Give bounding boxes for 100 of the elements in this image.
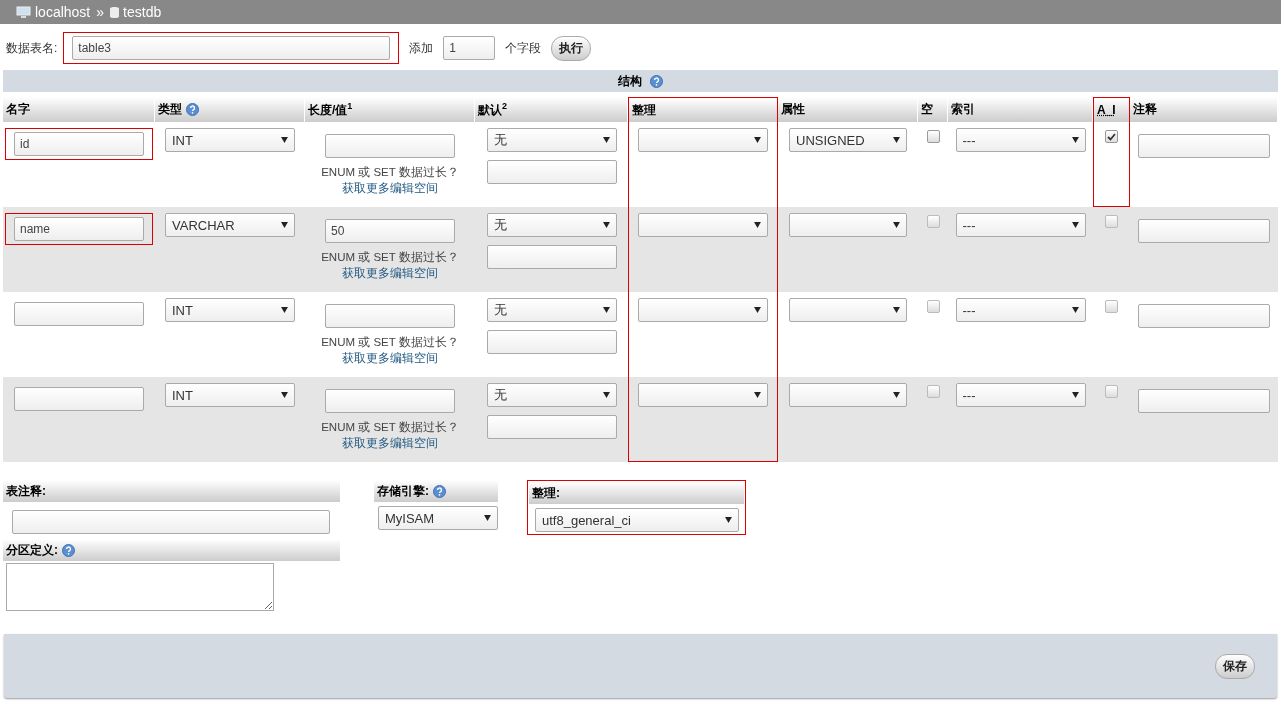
- more-space-link[interactable]: 获取更多编辑空间: [342, 267, 438, 279]
- length-field[interactable]: [325, 389, 455, 413]
- database-icon: [110, 5, 120, 19]
- column-title: 类型: [158, 101, 182, 118]
- breadcrumb-link[interactable]: testdb: [123, 4, 162, 20]
- go-button[interactable]: 执行: [551, 35, 592, 61]
- default-select[interactable]: 无: [486, 298, 617, 322]
- field-count-field[interactable]: 1: [443, 36, 496, 60]
- comment-field[interactable]: [1138, 219, 1270, 243]
- default-select[interactable]: 无: [486, 383, 617, 407]
- index-select[interactable]: ---: [955, 383, 1086, 407]
- caret-icon: [281, 137, 288, 143]
- caret-icon: [754, 222, 761, 228]
- caret-icon: [1071, 137, 1079, 143]
- more-space-link[interactable]: 获取更多编辑空间: [342, 352, 438, 364]
- type-select[interactable]: INT: [165, 298, 295, 322]
- more-space-link[interactable]: 获取更多编辑空间: [342, 182, 438, 194]
- null-checkbox[interactable]: [926, 215, 940, 228]
- attributes-select[interactable]: [789, 383, 907, 407]
- default-value-field[interactable]: [486, 415, 617, 439]
- help-icon[interactable]: [650, 74, 663, 88]
- default-value-field[interactable]: [486, 160, 617, 184]
- caret-icon: [281, 222, 288, 228]
- enum-note: ENUM 或 SET 数据过长？ 获取更多编辑空间: [321, 420, 459, 451]
- collation-select[interactable]: [638, 298, 768, 322]
- caret-icon: [754, 392, 761, 398]
- auto-increment-checkbox[interactable]: [1105, 215, 1118, 228]
- length-field[interactable]: [325, 304, 455, 328]
- monitor-icon: [16, 5, 31, 19]
- column-title: 属性: [781, 101, 805, 118]
- column-title: 空: [921, 101, 933, 118]
- auto-increment-checkbox[interactable]: [1105, 300, 1118, 313]
- caret-icon: [893, 307, 900, 313]
- caret-icon: [893, 137, 900, 143]
- null-checkbox[interactable]: [926, 130, 940, 143]
- section-title: 分区定义:: [6, 541, 58, 559]
- attributes-select[interactable]: UNSIGNED: [789, 128, 907, 152]
- save-button[interactable]: 保存: [1215, 653, 1255, 679]
- caret-icon: [281, 307, 288, 313]
- breadcrumb-link[interactable]: localhost: [35, 4, 91, 20]
- caret-icon: [1071, 222, 1079, 228]
- section-title: 表注释:: [6, 482, 46, 500]
- index-select[interactable]: ---: [955, 213, 1086, 237]
- length-field[interactable]: [325, 134, 455, 158]
- caret-icon: [602, 307, 610, 313]
- enum-note: ENUM 或 SET 数据过长？ 获取更多编辑空间: [321, 250, 459, 281]
- caret-icon: [725, 517, 732, 523]
- auto-increment-checkbox[interactable]: [1105, 385, 1118, 398]
- partition-field[interactable]: [6, 563, 274, 611]
- column-name-field[interactable]: name: [14, 217, 144, 241]
- help-icon[interactable]: [62, 543, 75, 557]
- caret-icon: [602, 137, 610, 143]
- more-space-link[interactable]: 获取更多编辑空间: [342, 437, 438, 449]
- caret-icon: [281, 392, 288, 398]
- index-select[interactable]: ---: [955, 298, 1086, 322]
- caret-icon: [602, 222, 610, 228]
- section-title: 存储引擎:: [377, 482, 429, 500]
- comment-field[interactable]: [1138, 389, 1270, 413]
- check-icon: [1107, 132, 1116, 141]
- column-title: 注释: [1133, 101, 1157, 118]
- collation-select[interactable]: [638, 383, 768, 407]
- table-collation-select[interactable]: utf8_general_ci: [535, 508, 739, 532]
- null-checkbox[interactable]: [926, 385, 940, 398]
- table-name-field[interactable]: table3: [72, 36, 391, 60]
- index-select[interactable]: ---: [955, 128, 1086, 152]
- default-select[interactable]: 无: [486, 213, 617, 237]
- column-name-field[interactable]: [14, 387, 144, 411]
- attributes-select[interactable]: [789, 298, 907, 322]
- enum-note: ENUM 或 SET 数据过长？ 获取更多编辑空间: [321, 165, 459, 196]
- type-select[interactable]: VARCHAR: [165, 213, 295, 237]
- table-comment-field[interactable]: [12, 510, 330, 534]
- caret-icon: [1071, 307, 1079, 313]
- fields-label: 个字段: [505, 39, 542, 57]
- default-value-field[interactable]: [486, 245, 617, 269]
- default-value-field[interactable]: [486, 330, 617, 354]
- caret-icon: [754, 137, 761, 143]
- length-field[interactable]: 50: [325, 219, 455, 243]
- column-title: 整理: [632, 101, 656, 119]
- type-select[interactable]: INT: [165, 383, 295, 407]
- help-icon[interactable]: [433, 484, 446, 498]
- column-name-field[interactable]: id: [14, 132, 144, 156]
- type-select[interactable]: INT: [165, 128, 295, 152]
- auto-increment-checkbox[interactable]: [1105, 130, 1118, 143]
- comment-field[interactable]: [1138, 134, 1270, 158]
- collation-select[interactable]: [638, 128, 768, 152]
- caret-icon: [893, 222, 900, 228]
- column-title: A_I: [1097, 103, 1116, 117]
- comment-field[interactable]: [1138, 304, 1270, 328]
- table-name-label: 数据表名:: [6, 39, 58, 57]
- attributes-select[interactable]: [789, 213, 907, 237]
- caret-icon: [1071, 392, 1079, 398]
- caret-icon: [893, 392, 900, 398]
- column-name-field[interactable]: [14, 302, 144, 326]
- default-select[interactable]: 无: [486, 128, 617, 152]
- add-label: 添加: [409, 39, 434, 57]
- collation-select[interactable]: [638, 213, 768, 237]
- structure-title: 结构: [618, 72, 642, 90]
- help-icon[interactable]: [186, 103, 199, 116]
- engine-select[interactable]: MyISAM: [378, 506, 498, 530]
- null-checkbox[interactable]: [926, 300, 940, 313]
